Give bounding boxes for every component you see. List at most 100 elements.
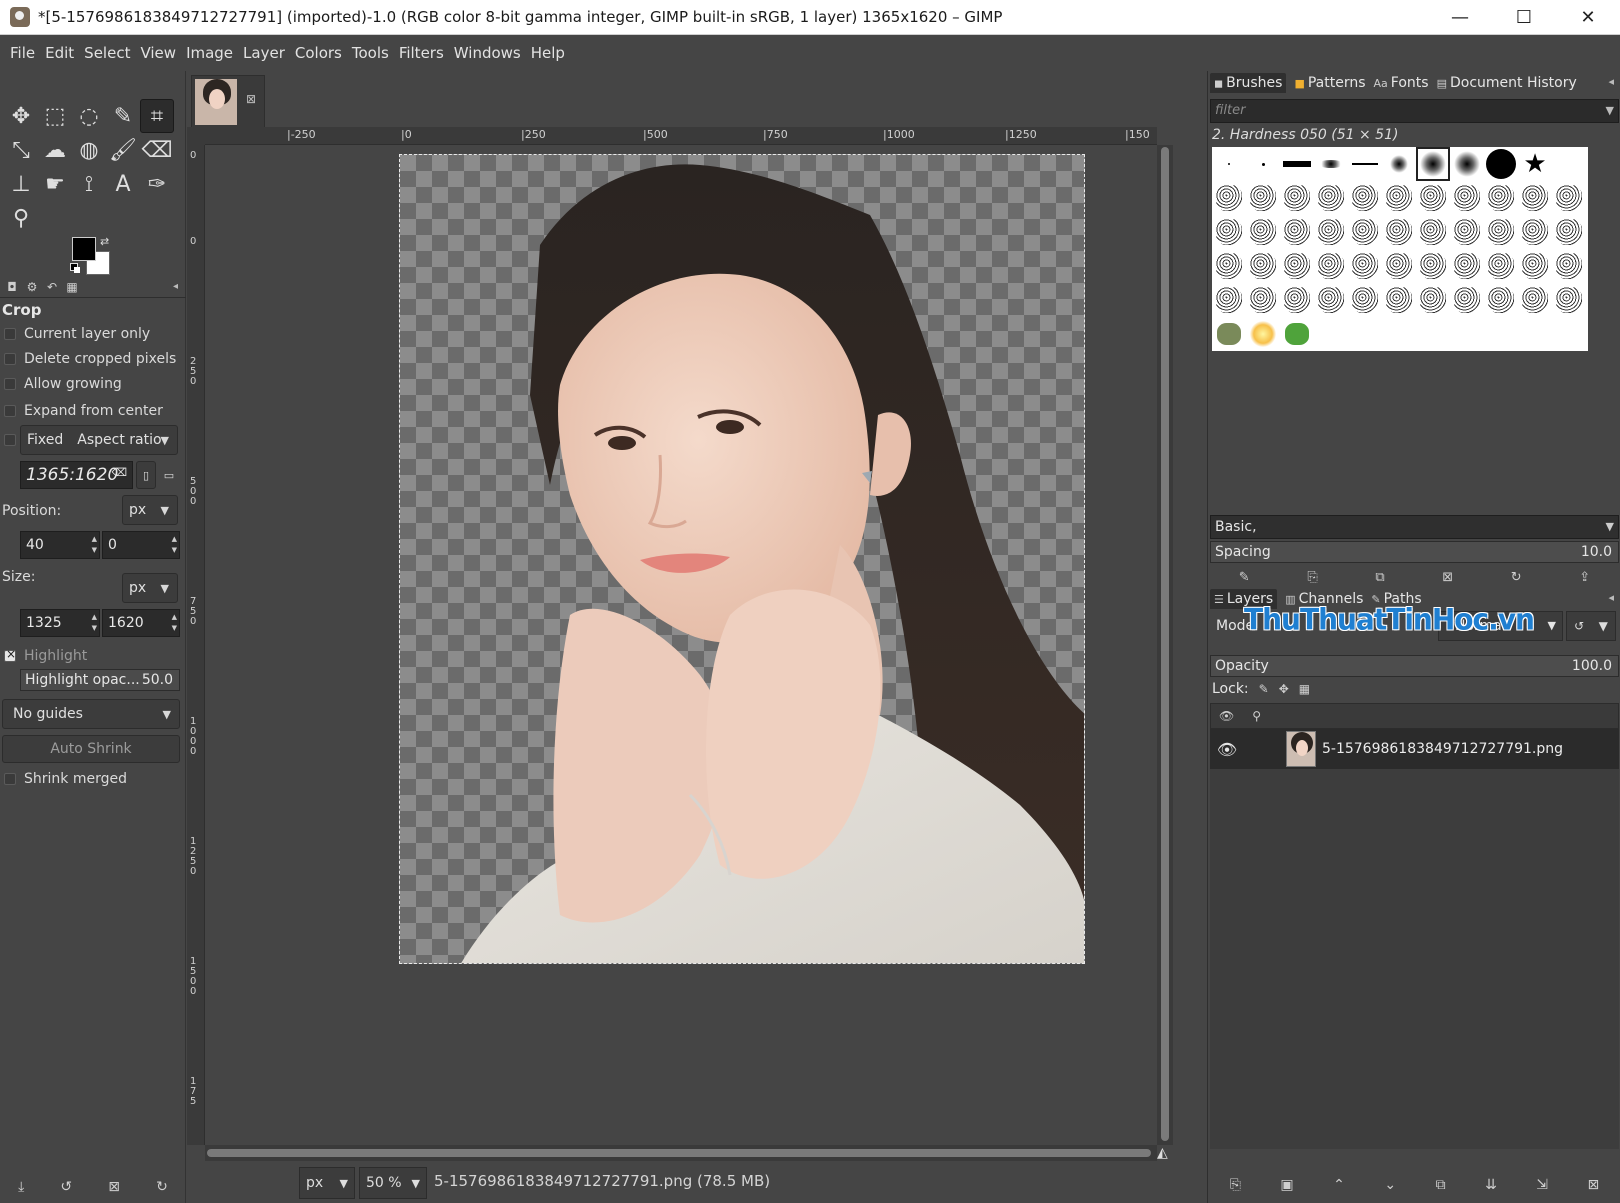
navigate-icon[interactable]: ◭ (1157, 1145, 1168, 1161)
maximize-button[interactable]: ☐ (1492, 0, 1556, 35)
landscape-button[interactable]: ▭ (158, 461, 180, 489)
brush-thumbnail[interactable] (1212, 283, 1246, 317)
tab-brushes[interactable]: ◼ Brushes (1210, 73, 1287, 93)
brush-thumbnail[interactable] (1212, 181, 1246, 215)
highlight-option[interactable]: Highlight (0, 643, 182, 668)
delete-cropped-pixels-checkbox[interactable] (4, 352, 16, 365)
horizontal-ruler[interactable]: |-250 |0 |250 |500 |750 |1000 |1250 |150 (205, 127, 1157, 145)
vertical-scrollbar[interactable] (1157, 145, 1173, 1145)
delete-cropped-pixels-option[interactable]: Delete cropped pixels (0, 346, 182, 371)
ruler-corner-icon[interactable] (187, 127, 205, 145)
refresh-brushes-icon[interactable]: ↻ (1511, 570, 1522, 585)
brush-thumbnail[interactable] (1280, 215, 1314, 249)
menu-select[interactable]: Select (79, 44, 135, 62)
brush-thumbnail[interactable] (1552, 215, 1586, 249)
edit-brush-icon[interactable]: ✎ (1239, 570, 1250, 585)
brush-thumbnail[interactable] (1484, 215, 1518, 249)
undo-history-tab-icon[interactable]: ↶ (44, 280, 60, 294)
brush-thumbnail[interactable] (1450, 147, 1484, 181)
menu-layer[interactable]: Layer (238, 44, 290, 62)
lasso-tool-icon[interactable]: ◌ (72, 99, 106, 133)
brush-spacing-slider[interactable]: Spacing 10.0 (1210, 541, 1619, 563)
brush-thumbnail[interactable] (1484, 181, 1518, 215)
layer-row[interactable]: 👁 5-1576986183849712727791.png (1210, 729, 1619, 769)
horizontal-scrollbar[interactable] (205, 1145, 1157, 1161)
menu-file[interactable]: File (5, 44, 40, 62)
layer-opacity-slider[interactable]: Opacity 100.0 (1210, 655, 1619, 677)
move-tool-icon[interactable]: ✥ (4, 99, 38, 133)
brush-thumbnail[interactable] (1280, 317, 1314, 351)
duplicate-layer-icon[interactable]: ⧉ (1436, 1177, 1446, 1193)
brush-thumbnail[interactable] (1348, 215, 1382, 249)
menu-tools[interactable]: Tools (347, 44, 394, 62)
merge-down-icon[interactable]: ⇊ (1485, 1177, 1497, 1193)
current-layer-only-checkbox[interactable] (4, 327, 16, 340)
brush-thumbnail[interactable] (1280, 249, 1314, 283)
crop-tool-icon[interactable]: ⌗ (140, 99, 174, 133)
brush-thumbnail[interactable] (1382, 147, 1416, 181)
brush-thumbnail[interactable] (1280, 283, 1314, 317)
brush-thumbnail[interactable] (1314, 181, 1348, 215)
eraser-tool-icon[interactable]: ⌫ (140, 133, 174, 167)
lock-pixels-icon[interactable]: ✎ (1259, 682, 1269, 696)
brush-thumbnail[interactable] (1450, 215, 1484, 249)
unit-combo[interactable]: px ▼ (299, 1167, 355, 1199)
shrink-merged-checkbox[interactable] (4, 772, 16, 785)
brush-grid[interactable]: ★ (1212, 147, 1588, 351)
brush-thumbnail[interactable] (1450, 283, 1484, 317)
size-width-input[interactable]: 1325 ▲ ▼ (20, 609, 100, 637)
composite-mode-button[interactable]: ↺ ▼ (1566, 611, 1616, 641)
current-layer-only-option[interactable]: Current layer only (0, 321, 182, 346)
spin-arrows-icon[interactable]: ▲ ▼ (92, 534, 97, 556)
brush-thumbnail[interactable] (1246, 249, 1280, 283)
expand-from-center-checkbox[interactable] (4, 404, 16, 417)
brush-thumbnail[interactable] (1314, 215, 1348, 249)
brush-thumbnail[interactable] (1416, 147, 1450, 181)
brush-thumbnail[interactable] (1212, 249, 1246, 283)
brush-thumbnail[interactable] (1484, 283, 1518, 317)
brush-thumbnail[interactable] (1314, 283, 1348, 317)
position-x-input[interactable]: 40 ▲ ▼ (20, 531, 100, 559)
brush-thumbnail[interactable] (1212, 147, 1246, 181)
menu-view[interactable]: View (135, 44, 181, 62)
tool-options-tab-icon[interactable]: ◘ (4, 280, 20, 294)
guides-combo[interactable]: No guides ▼ (2, 699, 180, 729)
menu-edit[interactable]: Edit (40, 44, 79, 62)
highlight-opacity-slider[interactable]: Highlight opac... 50.0 (20, 669, 180, 691)
brush-thumbnail[interactable] (1416, 181, 1450, 215)
delete-options-icon[interactable]: ⊠ (108, 1179, 120, 1195)
tab-fonts[interactable]: Aa Fonts (1374, 75, 1429, 91)
brush-thumbnail[interactable] (1416, 249, 1450, 283)
new-layer-icon[interactable]: ⎘ (1230, 1177, 1241, 1193)
minimize-button[interactable]: — (1428, 0, 1492, 35)
fixed-checkbox[interactable] (4, 434, 16, 446)
tab-menu-icon[interactable]: ◂ (173, 281, 178, 292)
zoom-tool-icon[interactable]: ⚲ (4, 201, 38, 235)
menu-image[interactable]: Image (181, 44, 238, 62)
brush-filter-input[interactable]: filter ▼ (1210, 99, 1619, 123)
brush-thumbnail[interactable] (1518, 215, 1552, 249)
bucket-fill-tool-icon[interactable]: ◍ (72, 133, 106, 167)
brush-tags-input[interactable]: Basic, ▼ (1210, 515, 1619, 539)
brush-thumbnail[interactable] (1348, 181, 1382, 215)
expand-from-center-option[interactable]: Expand from center (0, 398, 182, 423)
open-brush-as-image-icon[interactable]: ⇪ (1579, 570, 1590, 585)
duplicate-brush-icon[interactable]: ⧉ (1375, 570, 1384, 585)
shrink-merged-option[interactable]: Shrink merged (0, 766, 182, 791)
brush-thumbnail[interactable] (1246, 283, 1280, 317)
brush-thumbnail[interactable] (1212, 215, 1246, 249)
foreground-color-swatch[interactable] (72, 237, 96, 261)
layers-list[interactable]: 👁 5-1576986183849712727791.png (1210, 729, 1619, 1149)
mask-layer-icon[interactable]: ⇲ (1536, 1177, 1548, 1193)
position-y-input[interactable]: 0 ▲ ▼ (102, 531, 180, 559)
brush-thumbnail[interactable] (1246, 147, 1280, 181)
size-height-input[interactable]: 1620 ▲ ▼ (102, 609, 180, 637)
brush-thumbnail[interactable] (1382, 283, 1416, 317)
vertical-scroll-thumb[interactable] (1161, 147, 1169, 1141)
layer-name[interactable]: 5-1576986183849712727791.png (1322, 741, 1563, 757)
warp-tool-icon[interactable]: ☁ (38, 133, 72, 167)
lower-layer-icon[interactable]: ⌄ (1384, 1177, 1396, 1193)
aspect-ratio-input[interactable]: 1365:1620 ⌫ (20, 461, 133, 489)
allow-growing-option[interactable]: Allow growing (0, 371, 182, 396)
zoom-combo[interactable]: 50 % ▼ (359, 1167, 427, 1199)
